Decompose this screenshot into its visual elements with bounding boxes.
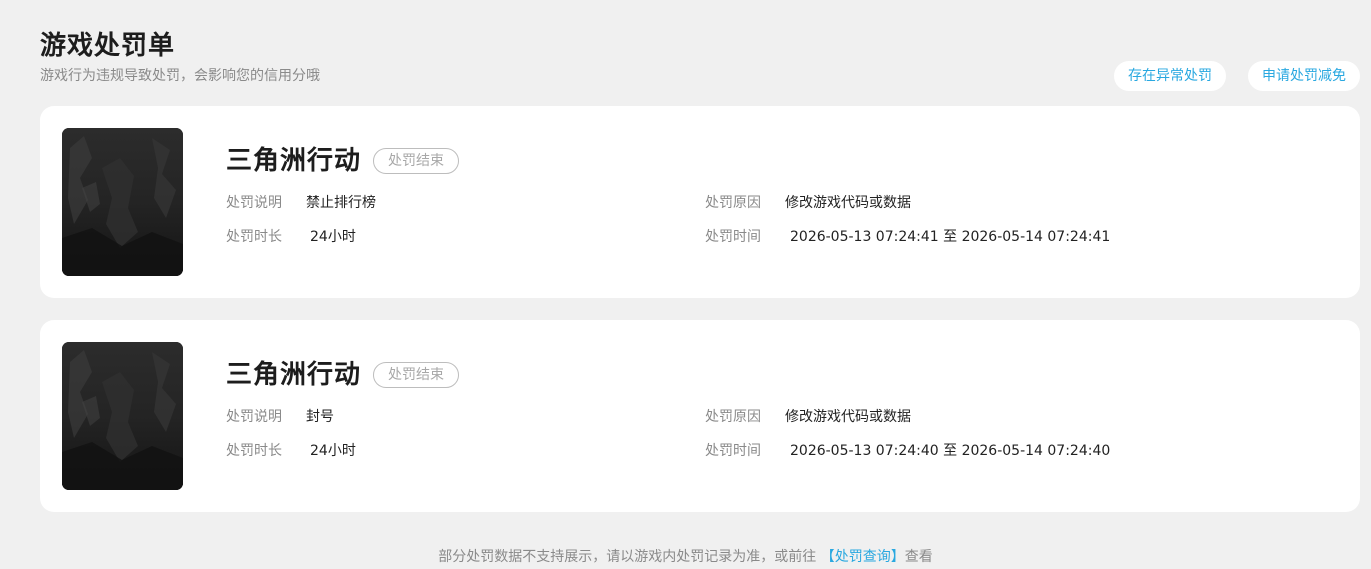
footer-note: 部分处罚数据不支持展示，请以游戏内处罚记录为准，或前往 【处罚查询】查看 — [0, 547, 1371, 567]
punishment-card: 三角洲行动 处罚结束 处罚说明 禁止排行榜 处罚原因 修改游戏代码或数据 处罚时… — [40, 106, 1360, 298]
page-subtitle: 游戏行为违规导致处罚，会影响您的信用分哦 — [40, 68, 320, 84]
time-label: 处罚时间 — [705, 443, 761, 459]
game-cover-image — [62, 128, 183, 276]
header-actions: 存在异常处罚 申请处罚减免 — [1114, 61, 1360, 91]
description-label: 处罚说明 — [226, 409, 282, 425]
punishment-query-link[interactable]: 【处罚查询】 — [821, 549, 905, 565]
footer-note-text: 部分处罚数据不支持展示，请以游戏内处罚记录为准，或前往 — [438, 549, 817, 565]
reason-label: 处罚原因 — [705, 409, 761, 425]
time-range-value: 2026-05-13 07:24:40 至 2026-05-14 07:24:4… — [790, 443, 1111, 459]
reason-value: 修改游戏代码或数据 — [785, 409, 911, 425]
description-value: 禁止排行榜 — [306, 195, 376, 211]
time-label: 处罚时间 — [705, 229, 761, 245]
time-range-value: 2026-05-13 07:24:41 至 2026-05-14 07:24:4… — [790, 229, 1111, 245]
duration-label: 处罚时长 — [226, 229, 282, 245]
game-name: 三角洲行动 — [226, 360, 362, 390]
footer-note-suffix: 查看 — [904, 549, 933, 565]
status-badge: 处罚结束 — [373, 362, 459, 388]
description-value: 封号 — [306, 409, 334, 425]
apply-reduction-button[interactable]: 申请处罚减免 — [1248, 61, 1360, 91]
duration-value: 24小时 — [310, 443, 356, 459]
reason-value: 修改游戏代码或数据 — [785, 195, 911, 211]
duration-label: 处罚时长 — [226, 443, 282, 459]
duration-value: 24小时 — [310, 229, 356, 245]
punishment-card: 三角洲行动 处罚结束 处罚说明 封号 处罚原因 修改游戏代码或数据 处罚时长 2… — [40, 320, 1360, 512]
report-abnormal-button[interactable]: 存在异常处罚 — [1114, 61, 1226, 91]
game-cover-image — [62, 342, 183, 490]
description-label: 处罚说明 — [226, 195, 282, 211]
reason-label: 处罚原因 — [705, 195, 761, 211]
game-name: 三角洲行动 — [226, 146, 362, 176]
page-title: 游戏处罚单 — [40, 31, 176, 61]
status-badge: 处罚结束 — [373, 148, 459, 174]
